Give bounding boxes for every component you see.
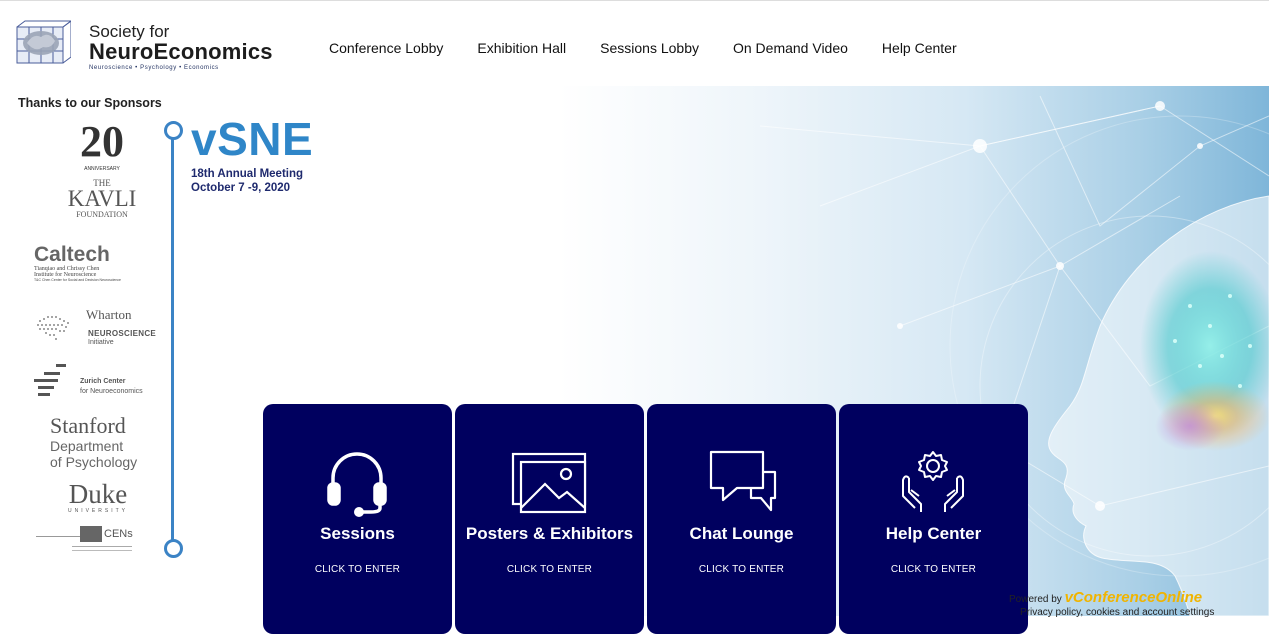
cens-label: CENs bbox=[104, 528, 133, 540]
event-dates: October 7 -9, 2020 bbox=[191, 182, 291, 194]
cens-rule bbox=[36, 536, 80, 537]
sponsor-wharton[interactable]: Wharton NEUROSCIENCE Initiative bbox=[34, 307, 164, 347]
nav-on-demand-video[interactable]: On Demand Video bbox=[716, 39, 865, 57]
powered-by-label: Powered by bbox=[1009, 594, 1062, 605]
top-bar: Society for NeuroEconomics Neuroscience … bbox=[0, 0, 1269, 86]
wharton-line2: Initiative bbox=[88, 339, 114, 346]
gear-hands-icon bbox=[902, 451, 964, 512]
nav-help-center[interactable]: Help Center bbox=[865, 39, 974, 57]
sessions-card-cta[interactable]: CLICK TO ENTER bbox=[263, 564, 452, 575]
caltech-line3: T&C Chen Center for Social and Decision … bbox=[34, 278, 121, 282]
chat-lounge-card[interactable]: Chat Lounge CLICK TO ENTER bbox=[647, 404, 836, 634]
powered-by[interactable]: Powered by vConferenceOnline bbox=[1009, 589, 1202, 606]
posters-card[interactable]: Posters & Exhibitors CLICK TO ENTER bbox=[455, 404, 644, 634]
caltech-name: Caltech bbox=[34, 243, 110, 266]
timeline-dot-bottom bbox=[164, 539, 183, 558]
brain-cube-logo-icon bbox=[16, 20, 71, 64]
sponsor-zurich[interactable]: Zurich Center for Neuroeconomics bbox=[34, 364, 164, 400]
dot-grid-logo-icon bbox=[37, 316, 69, 340]
zurich-bars-logo-icon bbox=[34, 364, 66, 396]
sne-logo[interactable]: Society for NeuroEconomics Neuroscience … bbox=[15, 15, 273, 71]
wharton-line1: NEUROSCIENCE bbox=[88, 329, 157, 338]
sessions-card[interactable]: Sessions CLICK TO ENTER bbox=[263, 404, 452, 634]
duke-sub: UNIVERSITY bbox=[67, 508, 128, 514]
timeline-dot-top bbox=[164, 121, 183, 140]
privacy-link[interactable]: Privacy policy, cookies and account sett… bbox=[1020, 607, 1214, 618]
vconference-brand: vConferenceOnline bbox=[1064, 589, 1203, 606]
stanford-line1: Department bbox=[50, 438, 124, 454]
cens-subrule-2 bbox=[72, 550, 132, 551]
logo-line2: NeuroEconomics bbox=[89, 39, 273, 64]
duke-name: Duke bbox=[68, 479, 128, 509]
sessions-card-title: Sessions bbox=[320, 524, 395, 543]
chat-lounge-card-title: Chat Lounge bbox=[689, 524, 794, 543]
zurich-line2: for Neuroeconomics bbox=[80, 388, 143, 395]
help-center-card[interactable]: Help Center CLICK TO ENTER bbox=[839, 404, 1028, 634]
main-nav: Conference Lobby Exhibition Hall Session… bbox=[312, 39, 974, 57]
nav-exhibition-hall[interactable]: Exhibition Hall bbox=[460, 39, 583, 57]
stanford-name: Stanford bbox=[50, 413, 126, 438]
help-center-card-title: Help Center bbox=[885, 524, 982, 543]
wharton-name: Wharton bbox=[86, 307, 132, 322]
sponsor-duke[interactable]: Duke UNIVERSITY bbox=[58, 480, 138, 514]
kavli-anniversary: ANNIVERSARY bbox=[84, 166, 120, 172]
sponsor-stanford[interactable]: Stanford Department of Psychology bbox=[50, 413, 160, 471]
event-meeting-info: 18th Annual Meeting October 7 -9, 2020 bbox=[191, 167, 303, 195]
posters-card-title: Posters & Exhibitors bbox=[465, 524, 634, 543]
kavli-name: KAVLI bbox=[67, 186, 137, 211]
posters-icon bbox=[511, 452, 587, 514]
sponsor-cens[interactable]: CENs bbox=[36, 526, 166, 566]
timeline-line bbox=[171, 133, 174, 541]
sponsor-kavli[interactable]: 20 ANNIVERSARY THE KAVLI FOUNDATION bbox=[52, 120, 152, 230]
chat-bubbles-icon bbox=[709, 450, 777, 512]
kavli-foundation: FOUNDATION bbox=[76, 210, 128, 219]
stanford-line2: of Psychology bbox=[50, 454, 138, 470]
help-center-card-cta[interactable]: CLICK TO ENTER bbox=[839, 564, 1028, 575]
event-title: vSNE bbox=[191, 113, 314, 165]
posters-card-cta[interactable]: CLICK TO ENTER bbox=[455, 564, 644, 575]
nav-conference-lobby[interactable]: Conference Lobby bbox=[312, 39, 460, 57]
zurich-line1: Zurich Center bbox=[80, 378, 126, 385]
chat-lounge-card-cta[interactable]: CLICK TO ENTER bbox=[647, 564, 836, 575]
sponsors-title: Thanks to our Sponsors bbox=[18, 96, 162, 110]
cens-subrule bbox=[72, 546, 132, 547]
headset-icon bbox=[327, 452, 387, 517]
cens-logo-block-icon bbox=[80, 526, 102, 542]
logo-line1: Society for bbox=[89, 22, 170, 41]
sponsor-caltech[interactable]: Caltech Tianqiao and Chrissy Chen Instit… bbox=[34, 243, 164, 283]
nav-sessions-lobby[interactable]: Sessions Lobby bbox=[583, 39, 716, 57]
logo-tagline: Neuroscience • Psychology • Economics bbox=[89, 65, 219, 71]
event-meeting: 18th Annual Meeting bbox=[191, 168, 304, 180]
